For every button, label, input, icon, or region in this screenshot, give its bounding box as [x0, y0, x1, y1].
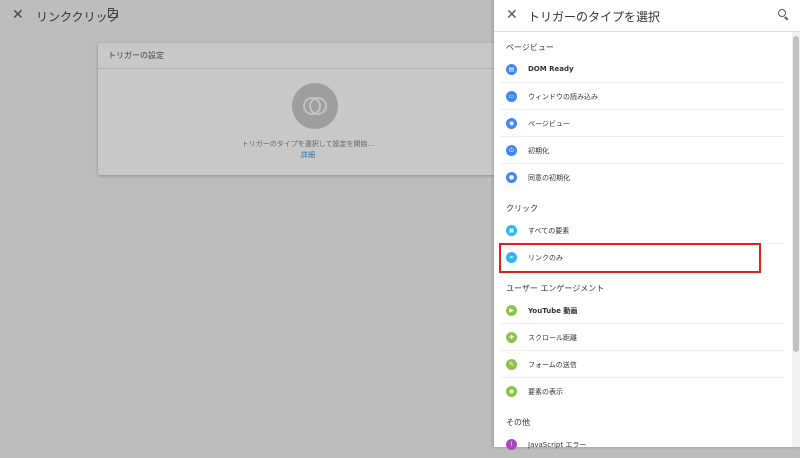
trigger-name-title[interactable]: リンククリック: [36, 8, 120, 25]
document-icon: ▤: [506, 64, 517, 75]
trigger-item-label: ウィンドウの読み込み: [528, 93, 598, 101]
close-icon[interactable]: ✕: [506, 7, 518, 23]
trigger-type-panel: ✕ トリガーのタイプを選択 ページビュー ▤ DOM Ready ▭ ウィンドウ…: [494, 0, 800, 450]
ring-shape: [309, 97, 327, 115]
trigger-item-consent-init[interactable]: ● 同意の初期化: [500, 165, 784, 191]
form-icon: ✎: [506, 359, 517, 370]
trigger-item-initialization[interactable]: ⏻ 初期化: [500, 138, 784, 164]
config-card-title: トリガーの設定: [108, 51, 164, 60]
trigger-item-js-error[interactable]: ! JavaScript エラー: [500, 432, 784, 458]
consent-icon: ●: [506, 172, 517, 183]
trigger-item-window-loaded[interactable]: ▭ ウィンドウの読み込み: [500, 84, 784, 110]
folder-icon[interactable]: [108, 8, 118, 18]
search-icon[interactable]: [778, 9, 789, 21]
visibility-icon: ◉: [506, 386, 517, 397]
highlight-annotation-box: [499, 243, 761, 273]
scrollbar-thumb[interactable]: [793, 36, 799, 352]
trigger-item-label: YouTube 動画: [528, 307, 578, 315]
play-icon: ▶: [506, 305, 517, 316]
trigger-config-card[interactable]: トリガーの設定 トリガーのタイプを選択して設定を開始... 詳細: [98, 43, 518, 175]
eye-icon: ◉: [506, 118, 517, 129]
trigger-item-label: JavaScript エラー: [528, 441, 587, 449]
close-icon[interactable]: ✕: [12, 7, 24, 23]
trigger-item-youtube[interactable]: ▶ YouTube 動画: [500, 298, 784, 324]
trigger-type-placeholder-icon[interactable]: [292, 83, 338, 129]
trigger-item-label: フォームの送信: [528, 361, 577, 369]
config-hint-text: トリガーのタイプを選択して設定を開始...: [241, 140, 375, 148]
panel-title: トリガーのタイプを選択: [528, 10, 661, 24]
trigger-item-label: すべての要素: [528, 227, 570, 235]
learn-more-link[interactable]: 詳細: [98, 150, 518, 160]
panel-scrollbar[interactable]: [792, 32, 800, 447]
power-icon: ⏻: [506, 145, 517, 156]
scroll-icon: ✚: [506, 332, 517, 343]
trigger-item-all-elements[interactable]: ▣ すべての要素: [500, 218, 784, 244]
trigger-item-dom-ready[interactable]: ▤ DOM Ready: [500, 57, 784, 83]
cursor-icon: ▣: [506, 225, 517, 236]
trigger-item-label: DOM Ready: [528, 65, 574, 73]
trigger-item-page-view[interactable]: ◉ ページビュー: [500, 111, 784, 137]
trigger-item-form-submit[interactable]: ✎ フォームの送信: [500, 352, 784, 378]
trigger-item-label: 要素の表示: [528, 388, 563, 396]
section-header-other: その他: [506, 418, 530, 427]
config-divider: [98, 68, 518, 69]
trigger-item-label: 初期化: [528, 147, 549, 155]
section-header-click: クリック: [506, 204, 538, 213]
trigger-item-label: 同意の初期化: [528, 174, 570, 182]
section-header-engagement: ユーザー エンゲージメント: [506, 284, 605, 293]
error-icon: !: [506, 439, 517, 450]
window-icon: ▭: [506, 91, 517, 102]
section-header-pageview: ページビュー: [506, 43, 554, 52]
panel-header: ✕ トリガーのタイプを選択: [494, 0, 800, 32]
trigger-item-label: スクロール距離: [528, 334, 577, 342]
trigger-item-label: ページビュー: [528, 120, 570, 128]
trigger-item-scroll-depth[interactable]: ✚ スクロール距離: [500, 325, 784, 351]
trigger-item-element-visibility[interactable]: ◉ 要素の表示: [500, 379, 784, 405]
